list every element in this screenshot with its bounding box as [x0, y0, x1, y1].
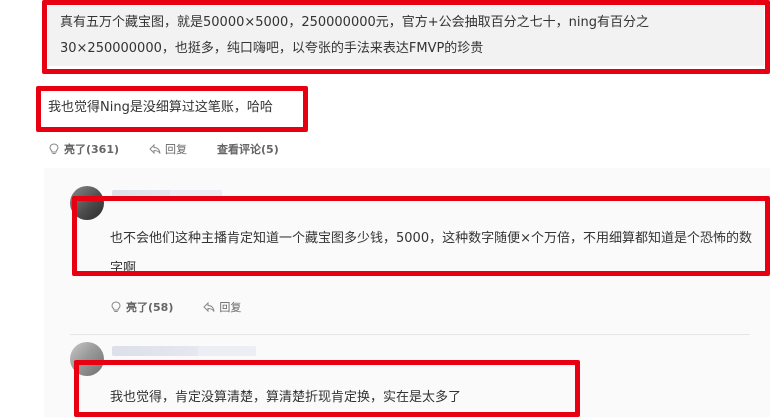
sub-reply-button[interactable]: 回复	[203, 299, 241, 315]
avatar[interactable]	[70, 342, 104, 376]
lightbulb-icon	[111, 301, 121, 312]
sub-comment-action-bar: 亮了(58) 回复	[110, 299, 271, 315]
reply-text: 我也觉得Ning是没细算过这笔账，哈哈	[48, 100, 273, 115]
divider	[70, 334, 750, 335]
sub-comments-panel	[44, 168, 770, 417]
timestamp-redacted	[198, 346, 256, 356]
reply-label: 回复	[165, 143, 188, 156]
lightbulb-icon	[49, 143, 59, 154]
sub-like-label: 亮了(58)	[126, 301, 174, 314]
sub-like-button[interactable]: 亮了(58)	[110, 299, 173, 315]
view-comments-label: 查看评论(5)	[217, 143, 279, 156]
reply-button[interactable]: 回复	[149, 141, 187, 157]
reply-action-bar: 亮了(361) 回复 查看评论(5)	[48, 140, 309, 158]
sub-reply-label: 回复	[219, 301, 242, 314]
like-button[interactable]: 亮了(361)	[48, 141, 119, 157]
sub-comment-text: 也不会他们这种主播肯定知道一个藏宝图多少钱，5000，这种数字随便×个万倍，不用…	[110, 231, 752, 276]
sub-comment-text: 我也觉得，肯定没算清楚，算清楚折现肯定换，实在是太多了	[110, 390, 462, 405]
quoted-comment-text: 真有五万个藏宝图，就是50000×5000，250000000元，官方+公会抽取…	[60, 15, 650, 56]
view-comments-link[interactable]: 查看评论(5)	[217, 141, 279, 157]
like-label: 亮了(361)	[64, 143, 120, 156]
comment-thread: 真有五万个藏宝图，就是50000×5000，250000000元，官方+公会抽取…	[0, 0, 770, 417]
reply-arrow-icon	[149, 143, 161, 155]
avatar[interactable]	[70, 186, 104, 220]
timestamp-redacted	[170, 190, 220, 200]
reply-arrow-icon	[203, 301, 215, 313]
